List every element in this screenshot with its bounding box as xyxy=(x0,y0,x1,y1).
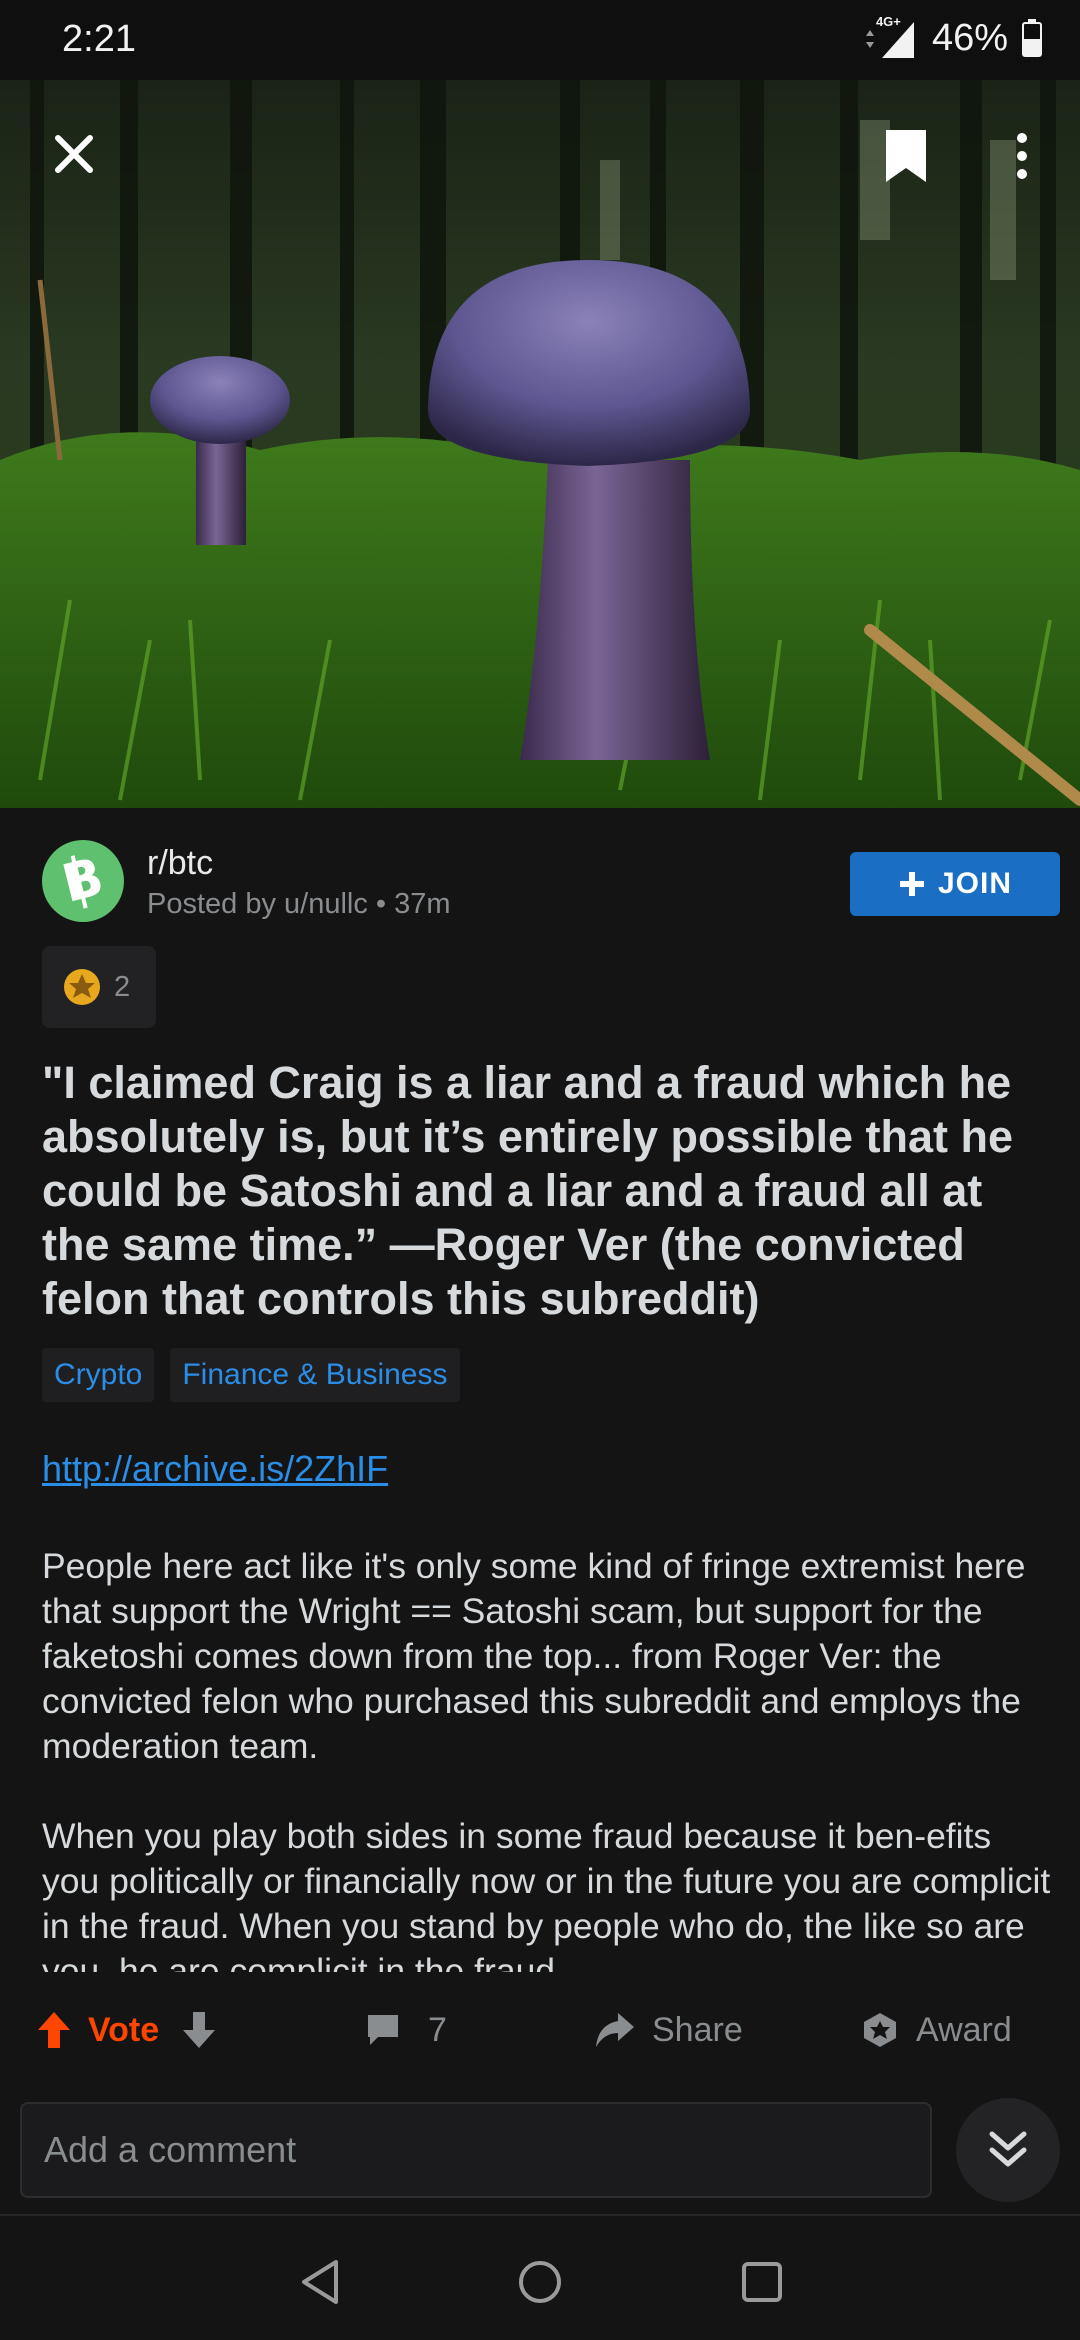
post-meta[interactable]: Posted by u/nullc • 37m xyxy=(147,888,451,921)
bookmark-icon xyxy=(886,130,926,182)
comment-input[interactable] xyxy=(20,2102,932,2198)
award-star-icon xyxy=(64,969,100,1005)
close-icon xyxy=(55,135,93,173)
post-image[interactable] xyxy=(0,80,1080,808)
share-label: Share xyxy=(652,2010,743,2049)
comments-button[interactable]: 7 xyxy=(364,1990,447,2070)
double-chevron-down-icon xyxy=(989,2131,1027,2167)
recents-square-icon xyxy=(742,2262,782,2302)
plus-icon xyxy=(899,872,924,896)
flair-row: Crypto Finance & Business xyxy=(42,1348,460,1402)
nav-recents-button[interactable] xyxy=(732,2252,792,2312)
award-icon xyxy=(864,2013,896,2047)
join-label: JOIN xyxy=(937,867,1013,900)
awards-chip[interactable]: 2 xyxy=(42,946,156,1028)
body-paragraph: When you play both sides in some fraud b… xyxy=(42,1816,1051,1972)
flair-finance[interactable]: Finance & Business xyxy=(170,1348,460,1402)
bitcoin-icon: B xyxy=(57,847,110,915)
subreddit-name[interactable]: r/btc xyxy=(147,844,213,883)
back-triangle-icon xyxy=(302,2260,338,2304)
bookmark-button[interactable] xyxy=(872,120,940,192)
network-type: 4G+ xyxy=(875,14,901,29)
battery-percent: 46% xyxy=(931,16,1008,59)
post-header: B r/btc Posted by u/nullc • 37m JOIN xyxy=(42,838,1060,928)
upvote-icon[interactable] xyxy=(36,2010,72,2050)
close-button[interactable] xyxy=(40,120,108,188)
comment-icon xyxy=(368,2015,398,2045)
more-vertical-icon xyxy=(1017,133,1027,179)
post-link[interactable]: http://archive.is/2ZhIF xyxy=(42,1448,388,1490)
subreddit-avatar[interactable]: B xyxy=(42,840,124,922)
status-time: 2:21 xyxy=(62,18,136,60)
vote-label: Vote xyxy=(88,2010,160,2049)
nav-home-button[interactable] xyxy=(510,2252,570,2312)
award-label: Award xyxy=(916,2010,1012,2049)
battery-icon xyxy=(1022,19,1042,57)
signal-icon: 4G+ xyxy=(862,14,918,60)
share-button[interactable]: Share xyxy=(594,1990,743,2070)
post-title: "I claimed Craig is a liar and a fraud w… xyxy=(42,1057,1014,1324)
status-bar: 2:21 4G+ 46% xyxy=(0,0,1080,80)
award-count: 2 xyxy=(114,970,131,1003)
flair-crypto[interactable]: Crypto xyxy=(42,1348,155,1402)
action-bar: Vote 7 Share Award xyxy=(0,1990,1080,2070)
system-nav-bar xyxy=(0,2214,1080,2340)
share-icon xyxy=(596,2013,634,2047)
downvote-icon[interactable] xyxy=(181,2010,217,2050)
award-button[interactable]: Award xyxy=(860,1990,1012,2070)
join-button[interactable]: JOIN xyxy=(850,852,1060,916)
more-options-button[interactable] xyxy=(1000,120,1044,192)
vote-group: Vote xyxy=(36,1990,217,2070)
jump-to-comments-button[interactable] xyxy=(956,2098,1060,2202)
comment-count: 7 xyxy=(428,2010,447,2049)
home-circle-icon xyxy=(519,2261,561,2303)
body-paragraph: People here act like it's only some kind… xyxy=(42,1546,1026,1766)
post-body: People here act like it's only some kind… xyxy=(42,1544,1052,1972)
nav-back-button[interactable] xyxy=(290,2252,350,2312)
status-indicators: 4G+ 46% xyxy=(862,14,1042,60)
